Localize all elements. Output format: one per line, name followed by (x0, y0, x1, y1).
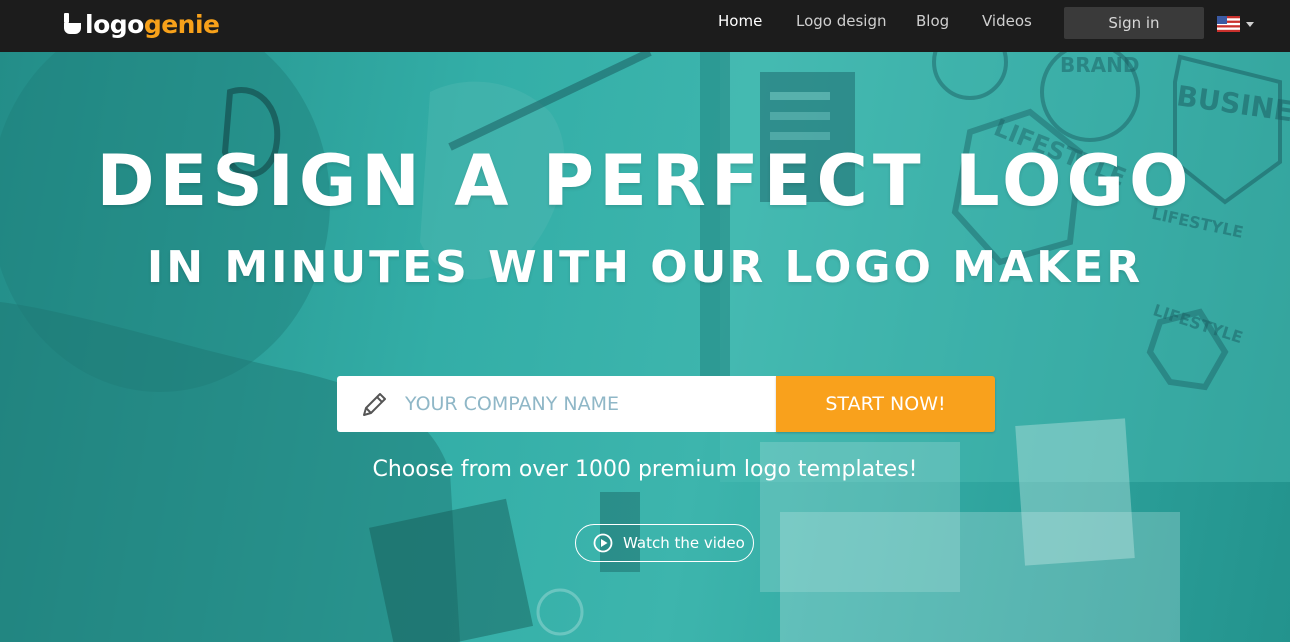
start-now-label: START NOW! (825, 393, 946, 415)
company-name-field-wrapper (337, 376, 776, 432)
nav-logo-design[interactable]: Logo design (796, 12, 887, 30)
hero-subheadline: IN MINUTES WITH OUR LOGO MAKER (146, 242, 1144, 293)
hero-tagline: Choose from over 1000 premium logo templ… (372, 457, 918, 482)
sign-in-button[interactable]: Sign in (1064, 7, 1204, 39)
logogenie-logo[interactable]: logo genie (64, 6, 220, 42)
svg-text:BRAND: BRAND (1060, 53, 1139, 77)
logo-text-logo: logo (85, 9, 144, 39)
chevron-down-icon (1246, 21, 1254, 27)
pencil-icon (363, 393, 386, 416)
nav-blog[interactable]: Blog (916, 12, 949, 30)
nav-videos[interactable]: Videos (982, 12, 1032, 30)
play-circle-icon (593, 533, 613, 553)
sign-in-label: Sign in (1108, 14, 1160, 32)
us-flag-icon (1217, 16, 1240, 32)
watch-video-label: Watch the video (623, 534, 745, 552)
hero-headline: DESIGN A PERFECT LOGO (96, 140, 1194, 222)
nav-home[interactable]: Home (718, 12, 762, 30)
language-selector[interactable] (1217, 14, 1259, 34)
start-now-button[interactable]: START NOW! (776, 376, 995, 432)
top-navbar: logo genie Home Logo design Blog Videos … (0, 0, 1290, 52)
hero-section: BUSINESS BRAND LIFESTYLE LIFESTYLE LIFES… (0, 52, 1290, 642)
logo-mark-icon (64, 13, 82, 35)
logo-text-genie: genie (143, 9, 220, 39)
company-name-input[interactable] (405, 376, 765, 432)
watch-video-button[interactable]: Watch the video (575, 524, 754, 562)
